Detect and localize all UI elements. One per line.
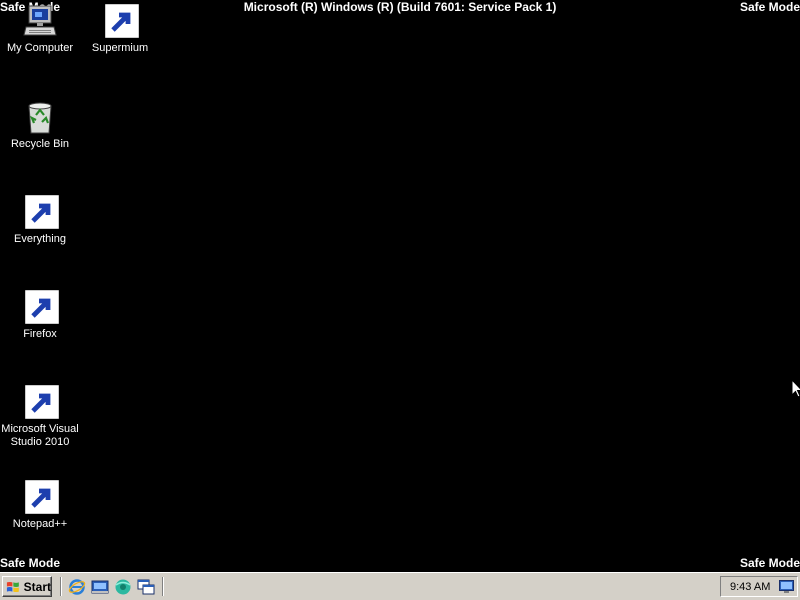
quicklaunch-supermium[interactable] [114, 578, 132, 596]
shortcut-arrow-icon [24, 289, 60, 325]
computer-icon [22, 4, 58, 40]
quicklaunch-internet-explorer[interactable] [68, 578, 86, 596]
start-button[interactable]: Start [2, 576, 52, 597]
taskbar-separator [60, 577, 62, 596]
windows-flag-icon [6, 581, 19, 592]
desktop-icon-recycle-bin[interactable]: Recycle Bin [0, 100, 80, 151]
taskbar-separator [162, 577, 164, 596]
quicklaunch-show-desktop[interactable] [91, 578, 109, 596]
desktop: Safe Mode Microsoft (R) Windows (R) (Bui… [0, 0, 800, 572]
visual-studio-icon [22, 384, 60, 421]
desktop-icon-label: Everything [14, 233, 66, 245]
safe-mode-label-bottom-right: Safe Mode [739, 556, 800, 570]
shortcut-arrow-icon [24, 384, 60, 420]
desktop-icon-visual-studio[interactable]: Microsoft Visual Studio 2010 [0, 384, 80, 449]
taskbar: Start 9:43 AM [0, 572, 800, 600]
desktop-icon-supermium[interactable]: Supermium [80, 3, 160, 55]
window-switch-icon [137, 579, 155, 595]
recycle-bin-icon [22, 100, 58, 136]
desktop-icon-label: Firefox [23, 328, 57, 340]
desktop-icon-label: Supermium [91, 42, 149, 54]
desktop-icon-label: My Computer [6, 42, 74, 54]
internet-explorer-icon [68, 579, 86, 595]
supermium-icon [102, 3, 140, 40]
shortcut-arrow-icon [24, 194, 60, 230]
shortcut-arrow-icon [104, 3, 140, 39]
supermium-icon [115, 579, 131, 595]
quicklaunch-window-switcher[interactable] [137, 578, 155, 596]
desktop-icon-label: Microsoft Visual Studio 2010 [1, 423, 79, 448]
desktop-icon-my-computer[interactable]: My Computer [0, 4, 80, 55]
network-icon[interactable] [779, 580, 794, 593]
desktop-icon-everything[interactable]: Everything [0, 194, 80, 246]
firefox-icon [22, 289, 60, 326]
mouse-cursor-icon [791, 379, 800, 398]
start-label: Start [23, 579, 51, 594]
everything-icon [22, 194, 60, 231]
clock[interactable]: 9:43 AM [730, 581, 770, 593]
shortcut-arrow-icon [24, 479, 60, 515]
notepadpp-icon [22, 479, 60, 516]
desktop-icon-firefox[interactable]: Firefox [0, 289, 80, 341]
safe-mode-label-top-right: Safe Mode [739, 0, 800, 14]
desktop-icon-notepadpp[interactable]: Notepad++ [0, 479, 80, 531]
desktop-icon-label: Notepad++ [12, 518, 68, 530]
safe-mode-label-bottom-left: Safe Mode [0, 556, 61, 570]
desktop-icon-label: Recycle Bin [10, 138, 70, 150]
system-tray: 9:43 AM [720, 576, 798, 597]
show-desktop-icon [91, 580, 109, 594]
